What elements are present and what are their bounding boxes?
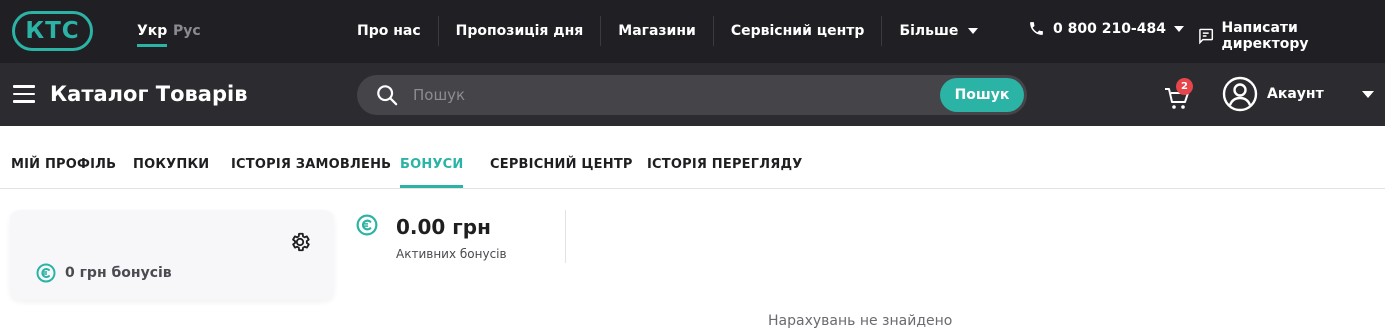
nav-deal-of-day[interactable]: Пропозиція дня	[439, 16, 602, 46]
profile-tabs: МІЙ ПРОФІЛЬ ПОКУПКИ ІСТОРІЯ ЗАМОВЛЕНЬ БО…	[0, 126, 1385, 189]
cart-count-badge: 2	[1176, 78, 1193, 95]
top-bar: КТС Укр Рус Про нас Пропозиція дня Магаз…	[0, 0, 1385, 63]
empty-state-text: Нарахувань не знайдено	[768, 313, 952, 329]
nav-about[interactable]: Про нас	[340, 16, 439, 46]
bonus-coin-icon	[356, 214, 378, 236]
bonus-coin-icon	[36, 263, 56, 283]
profile-card: 0 грн бонусів	[10, 210, 334, 300]
write-director-label: Написати директору	[1222, 20, 1385, 52]
tab-bonuses[interactable]: БОНУСИ	[400, 157, 463, 172]
nav-service-center[interactable]: Сервісний центр	[714, 16, 883, 46]
logo-text: КТС	[25, 18, 79, 44]
phone-icon	[1028, 20, 1045, 37]
nav-stores[interactable]: Магазини	[601, 16, 714, 46]
kts-logo[interactable]: КТС	[12, 11, 93, 51]
catalog-title[interactable]: Каталог Товарів	[50, 82, 248, 106]
search-button[interactable]: Пошук	[940, 78, 1024, 112]
menu-icon[interactable]	[13, 85, 35, 103]
search-bar: Пошук	[357, 75, 1027, 115]
card-bonus-text: 0 грн бонусів	[65, 265, 172, 281]
top-nav: Про нас Пропозиція дня Магазини Сервісни…	[340, 16, 995, 46]
bonus-amount: 0.00 грн	[396, 215, 491, 239]
nav-more-label: Більше	[899, 16, 958, 46]
write-director-link[interactable]: Написати директору	[1197, 20, 1385, 52]
caret-down-icon[interactable]	[1362, 91, 1374, 98]
phone-dropdown[interactable]: 0 800 210-484	[1028, 20, 1184, 37]
caret-down-icon	[968, 28, 978, 34]
vertical-divider	[565, 210, 566, 263]
nav-more[interactable]: Більше	[882, 16, 995, 46]
account-menu[interactable]: Акаунт	[1222, 76, 1324, 112]
cart-button[interactable]: 2	[1163, 79, 1195, 111]
lang-rus[interactable]: Рус	[173, 23, 201, 39]
lang-ukr[interactable]: Укр	[137, 23, 167, 39]
card-bonus-balance: 0 грн бонусів	[36, 263, 172, 283]
tab-service-center[interactable]: СЕРВІСНИЙ ЦЕНТР	[490, 157, 633, 172]
bonus-amount-label: Активних бонусів	[396, 247, 507, 261]
chat-icon	[1197, 27, 1215, 45]
account-label: Акаунт	[1267, 86, 1324, 102]
tab-view-history[interactable]: ІСТОРІЯ ПЕРЕГЛЯДУ	[647, 157, 802, 172]
main-bar: Каталог Товарів Пошук 2 Акаунт	[0, 63, 1385, 126]
user-avatar-icon	[1222, 76, 1258, 112]
phone-number: 0 800 210-484	[1053, 21, 1166, 37]
tab-my-profile[interactable]: МІЙ ПРОФІЛЬ	[11, 157, 116, 172]
search-icon	[376, 84, 398, 106]
tab-order-history[interactable]: ІСТОРІЯ ЗАМОВЛЕНЬ	[231, 157, 391, 172]
gear-icon[interactable]	[289, 231, 311, 253]
tab-purchases[interactable]: ПОКУПКИ	[133, 157, 209, 172]
search-input[interactable]	[413, 84, 913, 106]
caret-down-icon	[1174, 26, 1184, 32]
